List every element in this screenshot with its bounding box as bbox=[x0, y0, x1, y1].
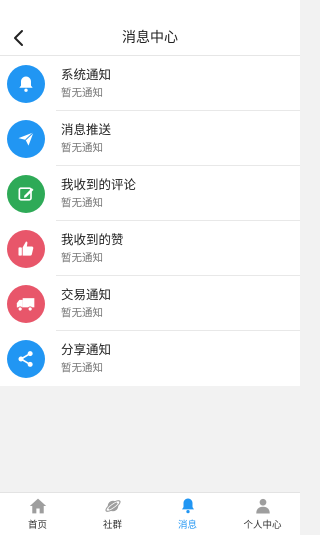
message-item-title: 我收到的评论 bbox=[61, 177, 137, 192]
message-item-trade[interactable]: 交易通知 暂无通知 bbox=[0, 276, 300, 331]
page-title: 消息中心 bbox=[122, 30, 178, 46]
bell-icon bbox=[181, 498, 194, 514]
message-item-subtitle: 暂无通知 bbox=[61, 362, 103, 374]
tab-label: 社群 bbox=[102, 520, 122, 531]
message-item-subtitle: 暂无通知 bbox=[61, 197, 103, 209]
tab-community[interactable]: 社群 bbox=[75, 493, 150, 535]
planet-icon bbox=[104, 500, 121, 512]
message-item-push[interactable]: 消息推送 暂无通知 bbox=[0, 111, 300, 166]
message-item-title: 系统通知 bbox=[61, 67, 112, 82]
message-item-likes[interactable]: 我收到的赞 暂无通知 bbox=[0, 221, 300, 276]
message-item-subtitle: 暂无通知 bbox=[61, 142, 103, 154]
message-item-comments[interactable]: 我收到的评论 暂无通知 bbox=[0, 166, 300, 221]
tab-label: 消息 bbox=[177, 520, 197, 531]
message-item-subtitle: 暂无通知 bbox=[61, 252, 103, 264]
share-icon bbox=[7, 339, 45, 378]
message-list: 系统通知 暂无通知 消息推送 暂无通知 我收到的评论 暂无通知 我收到的赞 暂无… bbox=[0, 56, 300, 386]
thumbs-up-icon bbox=[7, 229, 45, 268]
tab-home[interactable]: 首页 bbox=[0, 493, 75, 535]
tab-messages[interactable]: 消息 bbox=[150, 493, 225, 535]
message-item-system[interactable]: 系统通知 暂无通知 bbox=[0, 56, 300, 111]
paper-plane-icon bbox=[7, 119, 45, 158]
message-item-title: 我收到的赞 bbox=[61, 232, 124, 247]
message-item-title: 消息推送 bbox=[61, 122, 112, 137]
tab-label: 个人中心 bbox=[243, 520, 282, 531]
message-item-subtitle: 暂无通知 bbox=[61, 307, 103, 319]
tab-label: 首页 bbox=[27, 520, 47, 531]
tab-profile[interactable]: 个人中心 bbox=[225, 493, 300, 535]
bell-icon bbox=[7, 64, 45, 103]
truck-icon bbox=[7, 284, 45, 323]
home-icon bbox=[29, 498, 46, 514]
message-item-title: 交易通知 bbox=[61, 287, 112, 302]
bottom-tab-bar: 首页 社群 消息 个人中心 bbox=[0, 492, 300, 535]
message-item-subtitle: 暂无通知 bbox=[61, 87, 103, 99]
message-item-title: 分享通知 bbox=[61, 342, 112, 357]
header-bar: 消息中心 bbox=[0, 0, 300, 56]
person-icon bbox=[255, 498, 270, 514]
edit-icon bbox=[7, 174, 45, 213]
message-item-share[interactable]: 分享通知 暂无通知 bbox=[0, 331, 300, 386]
